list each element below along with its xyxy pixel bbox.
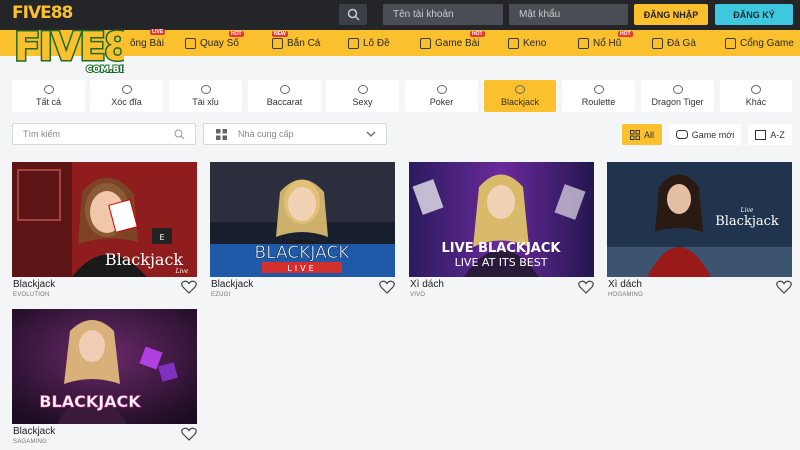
game-provider: HOGAMING: [608, 292, 643, 298]
blackjack-icon: [515, 85, 525, 94]
other-icon: [751, 85, 761, 94]
cube-icon: [200, 85, 211, 94]
category-dragon-tiger[interactable]: Dragon Tiger: [641, 80, 714, 112]
game-provider: EVOLUTION: [13, 292, 50, 298]
logo-mark: FIVE88 COM.BIZ: [13, 24, 125, 75]
login-button[interactable]: ĐĂNG NHẬP: [634, 4, 708, 25]
lotto-icon: [348, 37, 359, 49]
game-thumbnail[interactable]: Live Blackjack: [607, 162, 792, 277]
filter-az[interactable]: A-Z: [748, 124, 792, 145]
game-thumbnail[interactable]: LIVE BLACKJACK LIVE AT ITS BEST: [409, 162, 594, 277]
svg-text:E: E: [159, 233, 164, 242]
nav-item-cockfight[interactable]: Đá Gà: [652, 30, 696, 56]
game-provider: SAGAMING: [13, 439, 47, 445]
category-roulette[interactable]: Roulette: [562, 80, 635, 112]
game-card[interactable]: Live Blackjack Xì dách HOGAMING: [607, 162, 792, 298]
fish-icon: [272, 37, 283, 49]
new-badge: NEW: [272, 31, 288, 37]
svg-text:LIVE AT ITS BEST: LIVE AT ITS BEST: [455, 256, 548, 269]
nav-item-game-bai[interactable]: Game Bài HOT: [420, 30, 485, 56]
heart-icon[interactable]: [578, 280, 594, 294]
game-card[interactable]: BLACKJACK LIVE Blackjack EZUGI: [210, 162, 395, 298]
nav-item-lotto[interactable]: Lô Đề: [348, 30, 390, 56]
nav-item-fishing[interactable]: Bắn Cá NEW: [272, 30, 320, 56]
heart-icon[interactable]: [181, 280, 197, 294]
heart-icon[interactable]: [776, 280, 792, 294]
category-xocdia[interactable]: Xóc đĩa: [90, 80, 163, 112]
svg-text:BLACKJACK: BLACKJACK: [255, 243, 351, 263]
svg-text:LIVE BLACKJACK: LIVE BLACKJACK: [442, 241, 562, 256]
nav-item-card-games-live[interactable]: ông Bài LIVE: [130, 29, 166, 56]
game-name: Blackjack: [13, 279, 56, 290]
svg-text:Live: Live: [175, 268, 189, 275]
search-icon: [174, 129, 185, 140]
category-blackjack[interactable]: Blackjack: [484, 80, 556, 112]
nav-item-lottery[interactable]: Quay Số HOT: [185, 30, 244, 56]
svg-text:Blackjack: Blackjack: [105, 250, 184, 269]
new-icon: [675, 130, 688, 139]
game-card[interactable]: E Blackjack Live Blackjack EVOLUTION: [12, 162, 197, 298]
grid-icon: [216, 129, 227, 140]
jackpot-icon: [578, 37, 589, 49]
game-thumbnail[interactable]: BLACKJACK: [12, 309, 197, 424]
category-baccarat[interactable]: Baccarat: [248, 80, 321, 112]
svg-text:BLACKJACK: BLACKJACK: [39, 392, 141, 411]
rooster-icon: [652, 37, 663, 49]
category-all[interactable]: Tất cả: [12, 80, 85, 112]
filter-new-games[interactable]: Game mới: [669, 124, 741, 145]
dragon-icon: [672, 85, 683, 94]
chevron-down-icon: [366, 131, 376, 137]
svg-text:Live: Live: [740, 207, 754, 214]
category-poker[interactable]: Poker: [405, 80, 478, 112]
game-card[interactable]: LIVE BLACKJACK LIVE AT ITS BEST Xì dách …: [409, 162, 594, 298]
svg-text:FIVE88: FIVE88: [14, 25, 124, 70]
lottery-icon: [185, 37, 196, 49]
cards-icon: [279, 85, 290, 94]
svg-text:COM.BIZ: COM.BIZ: [86, 65, 124, 74]
category-other[interactable]: Khác: [720, 80, 792, 112]
nav-item-keno[interactable]: Keno: [508, 30, 546, 56]
site-logo[interactable]: FIVE88 FIVE88 COM.BIZ: [0, 0, 128, 78]
provider-select[interactable]: Nhà cung cấp: [203, 123, 387, 145]
game-provider: EZUGI: [211, 292, 231, 298]
keno-icon: [508, 37, 519, 49]
cards-icon: [420, 37, 431, 49]
nav-item-portal[interactable]: Cổng Game: [725, 30, 794, 56]
sort-icon: [755, 129, 767, 140]
lips-icon: [357, 85, 368, 94]
game-name: Blackjack: [13, 426, 56, 437]
live-badge: LIVE: [150, 29, 166, 35]
username-field[interactable]: Tên tài khoản: [383, 4, 503, 25]
nav-item-jackpot[interactable]: Nổ Hũ HOT: [578, 30, 633, 56]
game-thumbnail[interactable]: E Blackjack Live: [12, 162, 197, 277]
game-name: Blackjack: [211, 279, 254, 290]
game-card[interactable]: BLACKJACK Blackjack SAGAMING: [12, 309, 197, 445]
portal-icon: [725, 37, 736, 49]
hot-badge: HOT: [618, 31, 633, 37]
password-field[interactable]: Mật khẩu: [509, 4, 628, 25]
game-name: Xì dách: [608, 279, 642, 290]
filter-all[interactable]: All: [622, 124, 662, 145]
game-provider: VIVO: [410, 292, 426, 298]
heart-icon[interactable]: [181, 427, 197, 441]
dice-icon: [43, 85, 54, 94]
game-thumbnail[interactable]: BLACKJACK LIVE: [210, 162, 395, 277]
register-button[interactable]: ĐĂNG KÝ: [715, 4, 793, 25]
category-taixiu[interactable]: Tài xỉu: [169, 80, 242, 112]
heart-icon[interactable]: [379, 280, 395, 294]
category-sexy[interactable]: Sexy: [326, 80, 399, 112]
svg-text:Blackjack: Blackjack: [715, 214, 779, 229]
search-icon[interactable]: [339, 4, 367, 25]
game-name: Xì dách: [410, 279, 444, 290]
xocdia-icon: [121, 85, 132, 94]
chips-icon: [436, 85, 447, 94]
hot-badge: HOT: [470, 31, 485, 37]
svg-text:LIVE: LIVE: [287, 264, 316, 273]
search-input[interactable]: Tìm kiếm: [12, 123, 196, 145]
grid-icon: [629, 129, 640, 140]
roulette-icon: [593, 85, 604, 94]
hot-badge: HOT: [229, 31, 244, 37]
